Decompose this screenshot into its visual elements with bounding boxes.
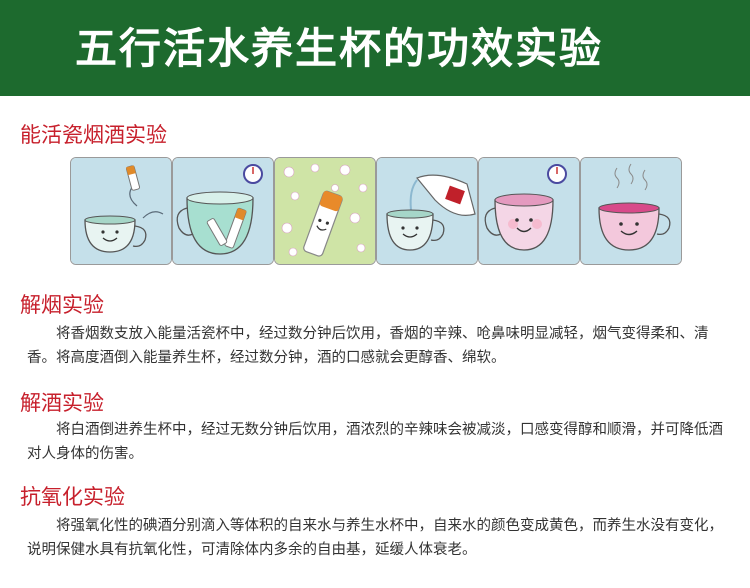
happy-cigarette-flowers-icon (274, 157, 376, 265)
section-body-antioxidant: 将强氧化性的碘酒分别滴入等体积的自来水与养生水杯中，自来水的颜色变成黄色，而养生… (27, 518, 723, 558)
illustration-strip (70, 157, 682, 265)
section-body-smoke: 将香烟数支放入能量活瓷杯中，经过数分钟后饮用，香烟的辛辣、呛鼻味明显减轻，烟气变… (27, 326, 709, 366)
section-title-smoke-wine: 能活瓷烟酒实验 (20, 123, 167, 147)
cigarettes-in-cup-clock-icon (172, 157, 274, 265)
liquor-pour-icon (376, 157, 478, 265)
title-banner: 五行活水养生杯的功效实验 (0, 0, 750, 96)
section-title-alcohol: 解酒实验 (20, 391, 104, 415)
pink-happy-cup-clock-icon (478, 157, 580, 265)
section-title-smoke: 解烟实验 (20, 293, 104, 317)
section-title-antioxidant: 抗氧化实验 (20, 485, 125, 509)
cigarette-into-cup-icon (70, 157, 172, 265)
section-body-alcohol: 将白酒倒进养生杯中，经过无数分钟后饮用，酒浓烈的辛辣味会被减淡，口感变得醇和顺滑… (27, 422, 723, 462)
steaming-pink-cup-icon (580, 157, 682, 265)
page-title: 五行活水养生杯的功效实验 (75, 24, 604, 73)
